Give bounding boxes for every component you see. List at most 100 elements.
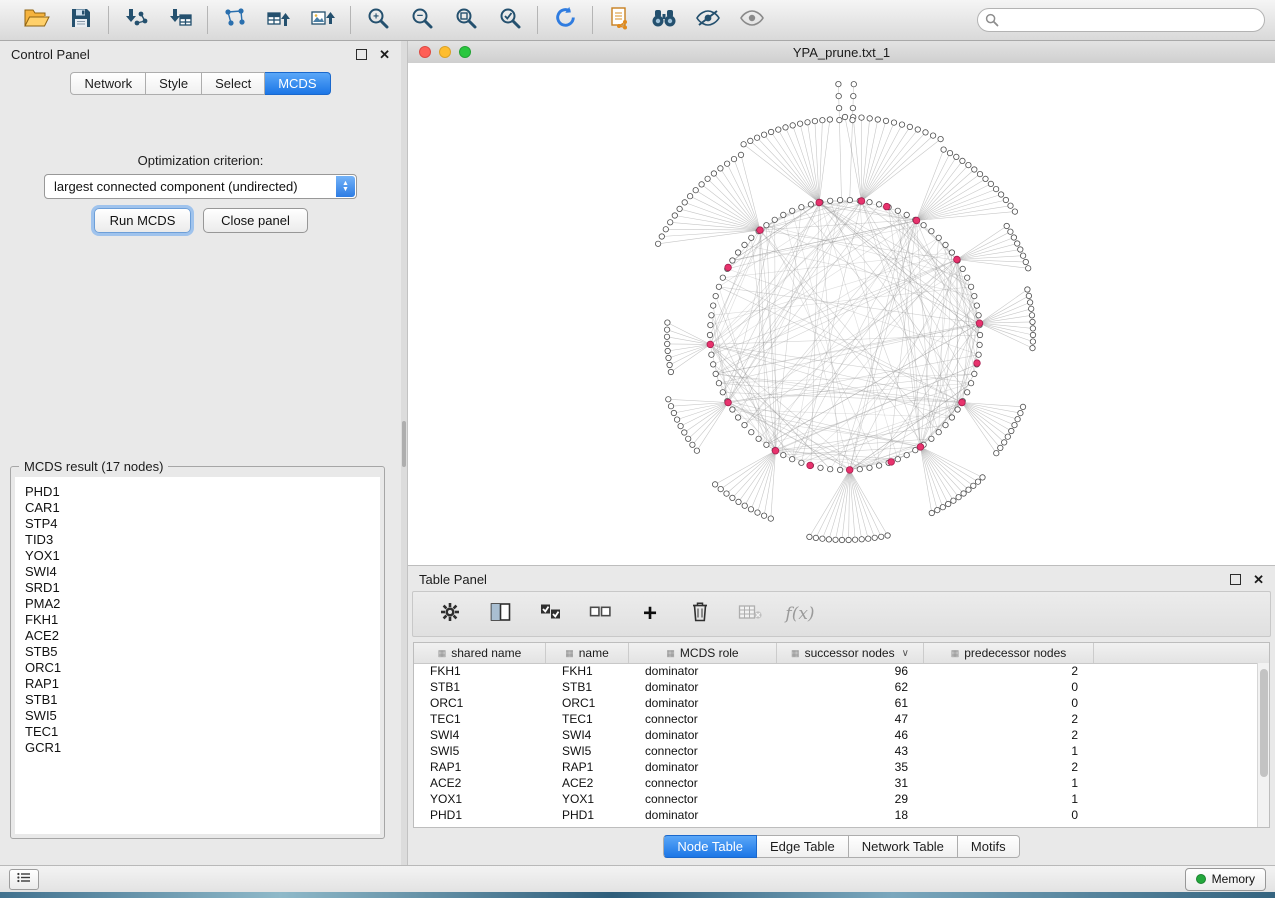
network-node[interactable] bbox=[929, 436, 934, 441]
mcds-node[interactable] bbox=[976, 320, 983, 327]
float-panel-icon[interactable] bbox=[356, 49, 367, 60]
mcds-result-item[interactable]: GCR1 bbox=[25, 740, 380, 756]
minimize-window-icon[interactable] bbox=[439, 46, 451, 58]
zoom-selected-button[interactable] bbox=[495, 5, 525, 35]
network-node[interactable] bbox=[1009, 428, 1014, 433]
network-node[interactable] bbox=[961, 491, 966, 496]
network-node[interactable] bbox=[674, 417, 679, 422]
table-settings-button[interactable] bbox=[435, 599, 465, 629]
network-node[interactable] bbox=[716, 284, 721, 289]
network-node[interactable] bbox=[790, 457, 795, 462]
network-node[interactable] bbox=[976, 352, 981, 357]
network-window-titlebar[interactable]: YPA_prune.txt_1 bbox=[408, 41, 1275, 64]
network-node[interactable] bbox=[839, 537, 844, 542]
network-node[interactable] bbox=[943, 242, 948, 247]
visual-styles-button[interactable] bbox=[693, 5, 723, 35]
table-row[interactable]: PHD1PHD1dominator180 bbox=[414, 807, 1257, 823]
network-node[interactable] bbox=[941, 147, 946, 152]
network-node[interactable] bbox=[768, 129, 773, 134]
network-node[interactable] bbox=[678, 423, 683, 428]
network-node[interactable] bbox=[954, 154, 959, 159]
network-node[interactable] bbox=[668, 220, 673, 225]
network-node[interactable] bbox=[966, 487, 971, 492]
network-node[interactable] bbox=[686, 436, 691, 441]
mcds-node[interactable] bbox=[707, 341, 714, 348]
network-node[interactable] bbox=[1005, 434, 1010, 439]
network-node[interactable] bbox=[749, 235, 754, 240]
mcds-result-item[interactable]: SWI4 bbox=[25, 564, 380, 580]
network-node[interactable] bbox=[837, 467, 842, 472]
network-node[interactable] bbox=[808, 202, 813, 207]
mcds-node[interactable] bbox=[757, 227, 764, 234]
network-node[interactable] bbox=[799, 460, 804, 465]
tab-mcds[interactable]: MCDS bbox=[265, 72, 330, 95]
network-node[interactable] bbox=[709, 352, 714, 357]
mcds-result-item[interactable]: ORC1 bbox=[25, 660, 380, 676]
network-node[interactable] bbox=[988, 181, 993, 186]
network-node[interactable] bbox=[709, 313, 714, 318]
criterion-dropdown[interactable]: largest connected component (undirected)… bbox=[44, 174, 357, 199]
network-canvas[interactable] bbox=[408, 63, 1275, 565]
network-node[interactable] bbox=[735, 250, 740, 255]
network-node[interactable] bbox=[857, 467, 862, 472]
network-node[interactable] bbox=[1011, 235, 1016, 240]
table-row[interactable]: FKH1FKH1dominator962 bbox=[414, 663, 1257, 679]
network-node[interactable] bbox=[960, 266, 965, 271]
mcds-node[interactable] bbox=[725, 399, 732, 406]
network-node[interactable] bbox=[850, 105, 855, 110]
close-panel-icon[interactable]: ✕ bbox=[379, 48, 390, 61]
mcds-node[interactable] bbox=[917, 444, 924, 451]
network-node[interactable] bbox=[971, 483, 976, 488]
network-node[interactable] bbox=[694, 448, 699, 453]
network-node[interactable] bbox=[977, 171, 982, 176]
network-node[interactable] bbox=[664, 327, 669, 332]
network-node[interactable] bbox=[764, 223, 769, 228]
network-node[interactable] bbox=[994, 451, 999, 456]
network-node[interactable] bbox=[975, 479, 980, 484]
network-node[interactable] bbox=[1008, 203, 1013, 208]
column-header-successor-nodes[interactable]: ▦successor nodes∨ bbox=[777, 643, 924, 663]
network-node[interactable] bbox=[1003, 197, 1008, 202]
mcds-node[interactable] bbox=[772, 447, 779, 454]
network-node[interactable] bbox=[666, 355, 671, 360]
tab-network[interactable]: Network bbox=[70, 72, 146, 95]
network-node[interactable] bbox=[895, 457, 900, 462]
network-node[interactable] bbox=[797, 121, 802, 126]
network-node[interactable] bbox=[907, 124, 912, 129]
network-node[interactable] bbox=[867, 465, 872, 470]
mcds-result-item[interactable]: SWI5 bbox=[25, 708, 380, 724]
network-node[interactable] bbox=[921, 223, 926, 228]
save-session-button[interactable] bbox=[66, 5, 96, 35]
network-node[interactable] bbox=[772, 217, 777, 222]
network-node[interactable] bbox=[923, 130, 928, 135]
network-node[interactable] bbox=[730, 407, 735, 412]
network-node[interactable] bbox=[668, 369, 673, 374]
memory-button[interactable]: Memory bbox=[1185, 868, 1266, 891]
network-node[interactable] bbox=[1015, 417, 1020, 422]
network-node[interactable] bbox=[738, 152, 743, 157]
mcds-result-item[interactable]: SRD1 bbox=[25, 580, 380, 596]
network-node[interactable] bbox=[776, 127, 781, 132]
network-node[interactable] bbox=[682, 200, 687, 205]
network-node[interactable] bbox=[1025, 287, 1030, 292]
mcds-result-item[interactable]: CAR1 bbox=[25, 500, 380, 516]
tab-select[interactable]: Select bbox=[202, 72, 265, 95]
network-node[interactable] bbox=[960, 158, 965, 163]
network-node[interactable] bbox=[875, 117, 880, 122]
network-node[interactable] bbox=[956, 495, 961, 500]
network-node[interactable] bbox=[682, 430, 687, 435]
network-node[interactable] bbox=[790, 208, 795, 213]
table-tab-node-table[interactable]: Node Table bbox=[663, 835, 757, 858]
network-node[interactable] bbox=[748, 507, 753, 512]
show-columns-button[interactable] bbox=[485, 599, 515, 629]
network-node[interactable] bbox=[730, 258, 735, 263]
network-node[interactable] bbox=[879, 534, 884, 539]
mcds-node[interactable] bbox=[816, 199, 823, 206]
network-node[interactable] bbox=[813, 535, 818, 540]
network-node[interactable] bbox=[671, 410, 676, 415]
show-graphics-button[interactable] bbox=[737, 5, 767, 35]
column-header-shared-name[interactable]: ▦shared name bbox=[414, 643, 546, 663]
close-window-icon[interactable] bbox=[419, 46, 431, 58]
network-node[interactable] bbox=[1008, 229, 1013, 234]
mcds-node[interactable] bbox=[883, 203, 890, 210]
